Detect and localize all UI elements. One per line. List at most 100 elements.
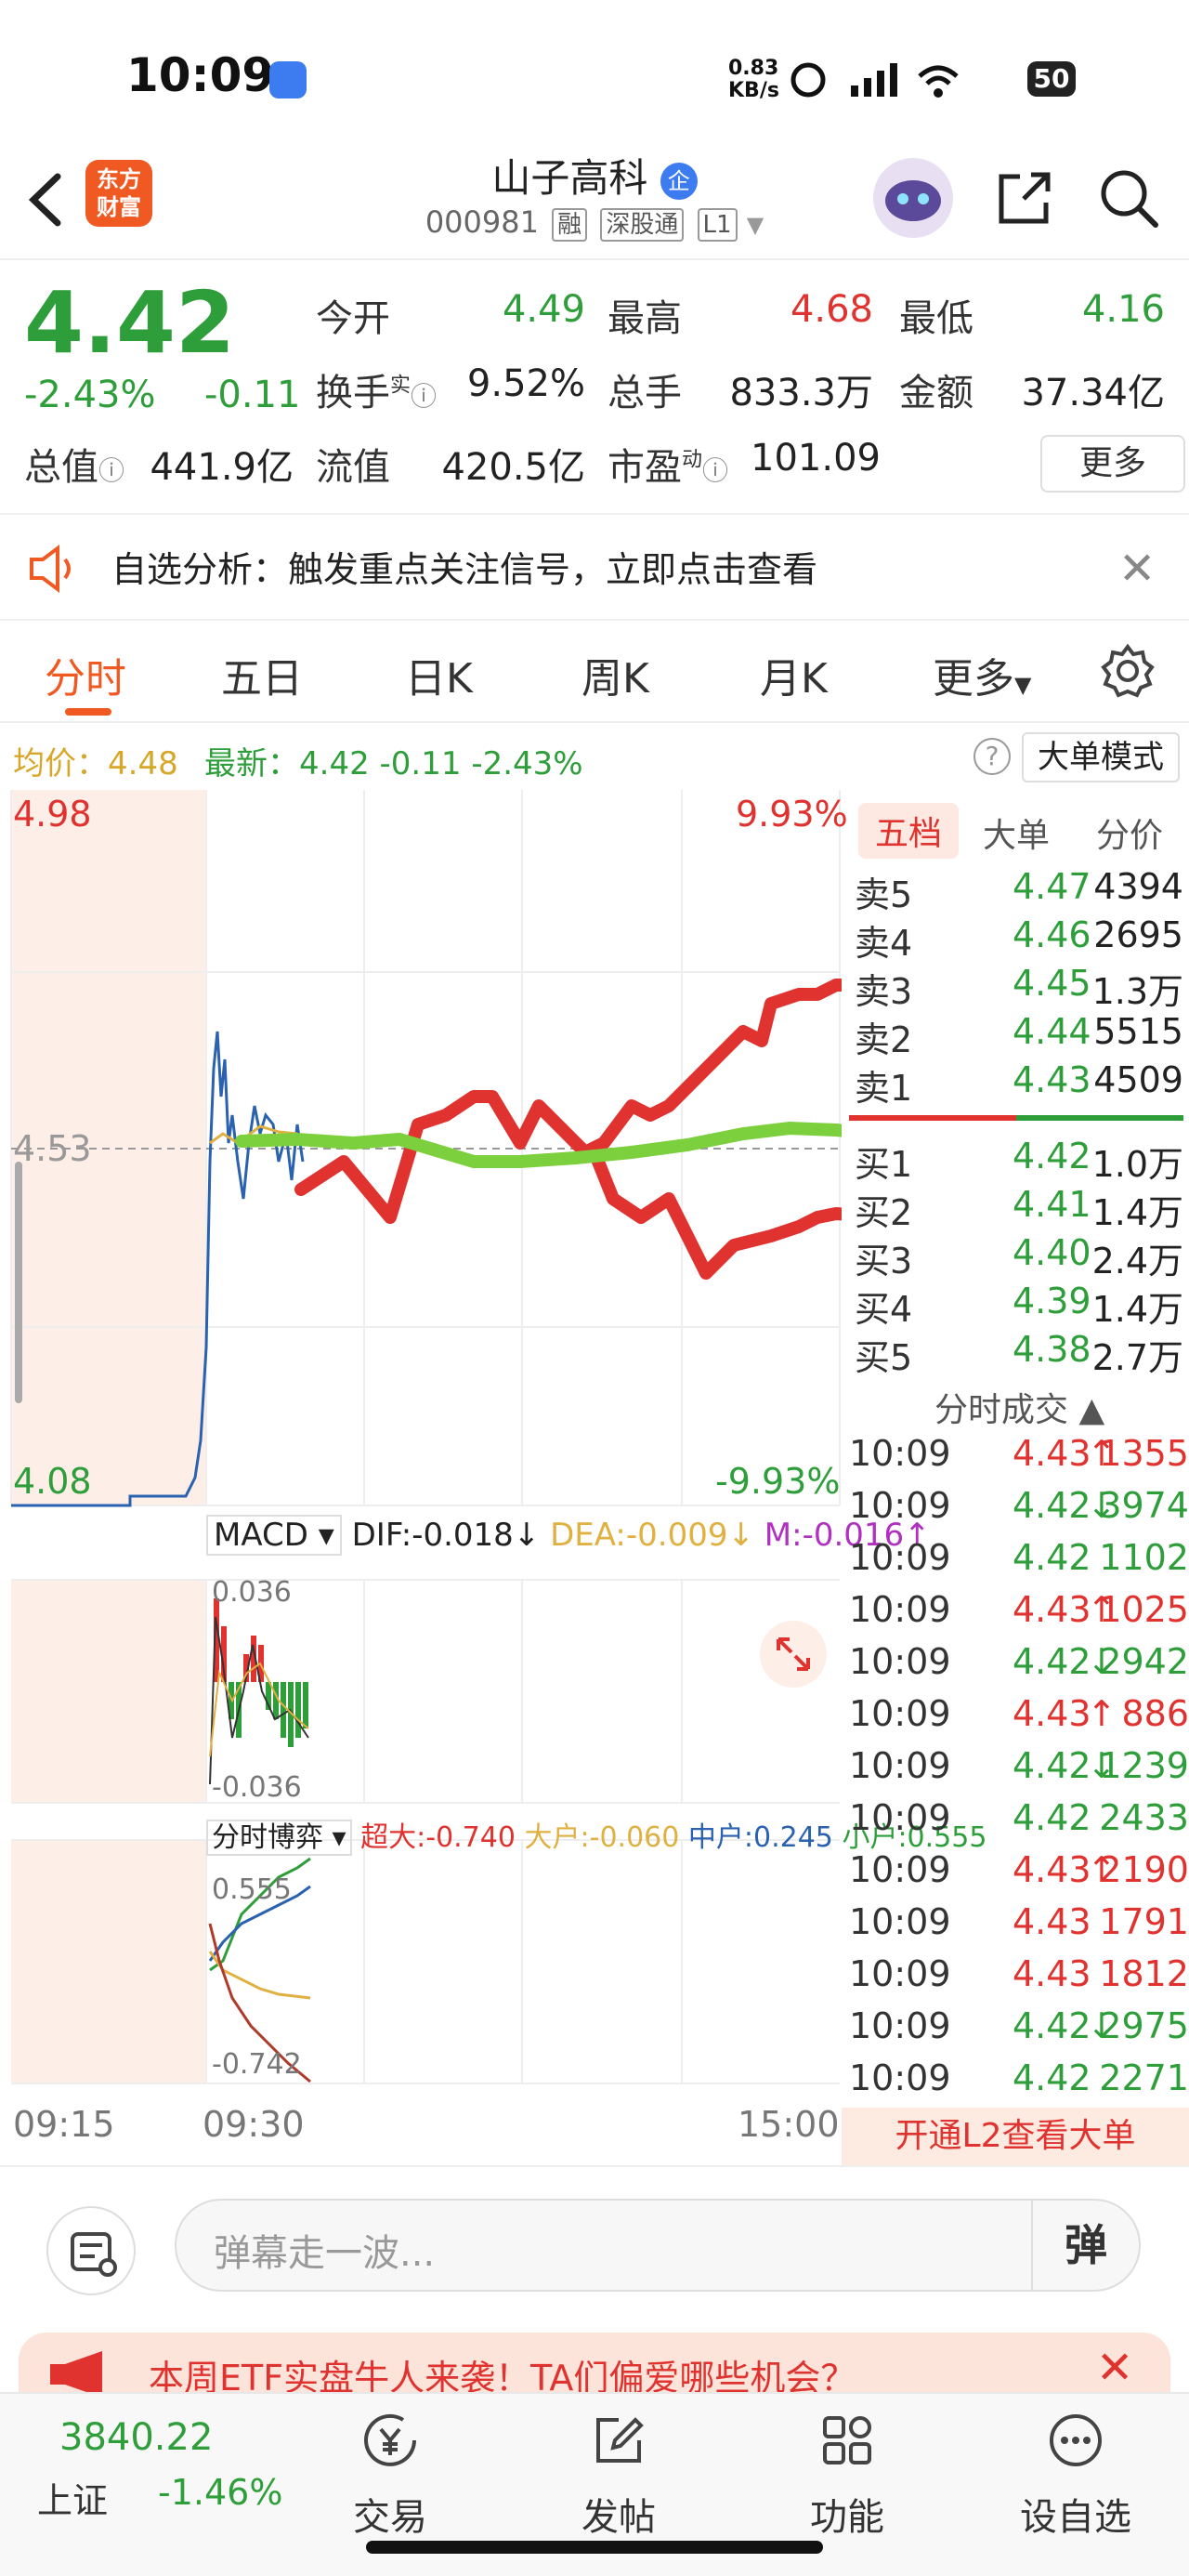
promo-banner[interactable]: 本周ETF实盘牛人来袭！TA们偏爱哪些机会？ ✕ — [19, 2333, 1170, 2399]
float-cap-label: 流值 — [316, 446, 390, 489]
game-selector[interactable]: 分时博弈 ▾ — [206, 1820, 352, 1856]
open-label: 今开 — [316, 297, 390, 340]
intraday-chart-area[interactable]: 4.98 4.53 4.08 9.93% -9.93% MACD ▾ DIF:-… — [0, 790, 986, 2165]
amount-label: 金额 — [899, 372, 973, 414]
low-value: 4.16 — [1081, 288, 1165, 331]
trade-volume: 1239 — [1099, 1745, 1189, 1786]
danmu-input[interactable]: 弹幕走一波... 弹 — [175, 2199, 1141, 2292]
tab-monthly-k[interactable]: 月K — [760, 645, 828, 704]
bid-row: 买3 4.40 2.4万 — [849, 1232, 1183, 1281]
pe-sup: 动 — [682, 448, 703, 472]
tag-margin: 融 — [552, 208, 588, 242]
more-button[interactable]: 更多 — [1040, 435, 1185, 493]
macd-bars — [214, 1598, 308, 1747]
gear-icon[interactable] — [1100, 643, 1156, 699]
ask-label: 卖1 — [855, 1068, 913, 1109]
stock-title[interactable]: 山子高科 企 — [390, 147, 799, 204]
robot-assistant-icon[interactable] — [873, 158, 953, 238]
bid-volume: 1.4万 — [1091, 1289, 1183, 1330]
nav-add-watchlist[interactable]: 设自选 — [983, 2394, 1169, 2570]
close-icon[interactable]: ✕ — [1118, 543, 1156, 595]
trade-row: 10:09 4.42 2271 — [849, 2057, 1189, 2109]
tab-five-levels[interactable]: 五档 — [858, 803, 960, 859]
trade-price: 4.42 — [1013, 1641, 1091, 1682]
share-icon[interactable] — [992, 165, 1057, 230]
tab-price-distribution[interactable]: 分价 — [1096, 808, 1163, 857]
quote-panel: 4.42 -2.43% -0.11 今开 4.49 最高 4.68 最低 4.1… — [0, 262, 1189, 513]
tab-daily-k[interactable]: 日K — [405, 645, 473, 704]
pct-top-label: 9.93% — [736, 794, 848, 835]
trade-volume: 1355 — [1099, 1433, 1189, 1474]
trade-ticks[interactable]: 分时成交 ▲ 10:09 4.43 ↑ 1355 10:09 4.42 ↓ 3974 10:09… — [842, 1375, 1189, 2109]
latest-change: -0.11 — [379, 745, 462, 782]
dea-value: DEA:-0.009↓ — [550, 1517, 754, 1554]
index-value[interactable]: 3840.22 — [59, 2416, 213, 2459]
notice-bar[interactable]: 自选分析：触发重点关注信号，立即点击查看 ✕ — [0, 513, 1189, 621]
ask-row: 卖1 4.43 4509 — [849, 1059, 1183, 1109]
tab-weekly-k[interactable]: 周K — [581, 645, 649, 704]
dif-value: DIF:-0.018↓ — [351, 1517, 541, 1554]
trade-volume: 1791 — [1099, 1901, 1189, 1942]
tab-more[interactable]: 更多▼ — [933, 645, 1031, 704]
l2-upgrade-banner[interactable]: 开通L2查看大单 — [842, 2108, 1189, 2165]
ask-label: 卖2 — [855, 1019, 913, 1060]
market-cap-label: 总值ⓘ — [24, 437, 124, 491]
home-indicator[interactable] — [366, 2541, 823, 2554]
price-bottom-label: 4.08 — [13, 1461, 92, 1502]
nav-trade-label: 交易 — [353, 2496, 427, 2539]
danmu-settings-icon[interactable] — [46, 2206, 136, 2295]
trade-time: 10:09 — [849, 1433, 951, 1474]
trade-row: 10:09 4.42 ↓ 2975 — [849, 2005, 1189, 2057]
trade-time: 10:09 — [849, 1745, 951, 1786]
battery-icon: 50 — [1027, 61, 1076, 97]
danmu-send-button[interactable]: 弹 — [1031, 2201, 1139, 2290]
trade-time: 10:09 — [849, 1901, 951, 1942]
drawn-upper-red-line — [294, 979, 889, 1224]
big-order-mode-button[interactable]: 大单模式 — [1022, 732, 1180, 782]
avg-label: 均价： — [13, 745, 108, 782]
ask-label: 卖5 — [855, 874, 913, 915]
bid-row: 买1 4.42 1.0万 — [849, 1136, 1183, 1185]
latest-pct: -2.43% — [471, 745, 583, 782]
tab-big-orders[interactable]: 大单 — [983, 808, 1050, 857]
ask-price: 4.46 — [1013, 914, 1091, 955]
info-icon[interactable]: ⓘ — [702, 455, 728, 486]
back-icon[interactable] — [19, 167, 74, 232]
trades-title[interactable]: 分时成交 ▲ — [934, 1383, 1104, 1431]
tab-intraday[interactable]: 分时 — [45, 645, 126, 704]
search-icon[interactable] — [1096, 165, 1161, 230]
edit-icon — [596, 2417, 644, 2463]
macd-selector[interactable]: MACD ▾ — [206, 1515, 342, 1556]
status-bar: 10:09 0.83 KB/s 50 — [0, 0, 1189, 139]
price-info-line: 均价：4.48 最新：4.42 -0.11 -2.43% ? 大单模式 — [0, 725, 1189, 790]
help-icon[interactable]: ? — [973, 738, 1011, 775]
ask-label: 卖4 — [855, 923, 913, 964]
trade-time: 10:09 — [849, 1849, 951, 1890]
volume-label: 总手 — [608, 372, 682, 414]
trade-price: 4.43 — [1013, 1953, 1091, 1994]
order-book: 五档 大单 分价 卖5 4.47 4394 卖4 4.46 2695 卖3 4.45 1.3… — [842, 790, 1189, 1378]
tab-five-day[interactable]: 五日 — [221, 645, 303, 704]
ask-price: 4.47 — [1013, 866, 1091, 907]
trade-price: 4.43 — [1013, 1433, 1091, 1474]
game-title: 分时博弈 — [212, 1821, 323, 1854]
latest-value: 4.42 — [299, 745, 370, 782]
ask-volume: 4509 — [1093, 1059, 1183, 1100]
trade-price: 4.42 — [1013, 2005, 1091, 2046]
tab-more-label: 更多 — [933, 655, 1014, 703]
trade-row: 10:09 4.42 1102 — [849, 1537, 1189, 1589]
time-open-label: 09:30 — [203, 2104, 305, 2145]
turnover-label-text: 换手 — [316, 372, 390, 414]
info-icon[interactable]: ⓘ — [98, 455, 124, 486]
ask-price: 4.45 — [1013, 963, 1091, 1004]
close-icon[interactable]: ✕ — [1096, 2342, 1133, 2394]
low-label: 最低 — [899, 297, 973, 340]
game-top-label: 0.555 — [212, 1873, 292, 1906]
info-icon[interactable]: ⓘ — [411, 381, 437, 412]
chevron-down-icon: ▼ — [1014, 672, 1032, 698]
trade-row: 10:09 4.42 ↓ 1239 — [849, 1745, 1189, 1797]
chevron-down-icon[interactable]: ▼ — [747, 212, 764, 238]
float-cap-value: 420.5亿 — [441, 446, 585, 489]
trade-row: 10:09 4.42 ↓ 2942 — [849, 1641, 1189, 1693]
trade-time: 10:09 — [849, 1641, 951, 1682]
